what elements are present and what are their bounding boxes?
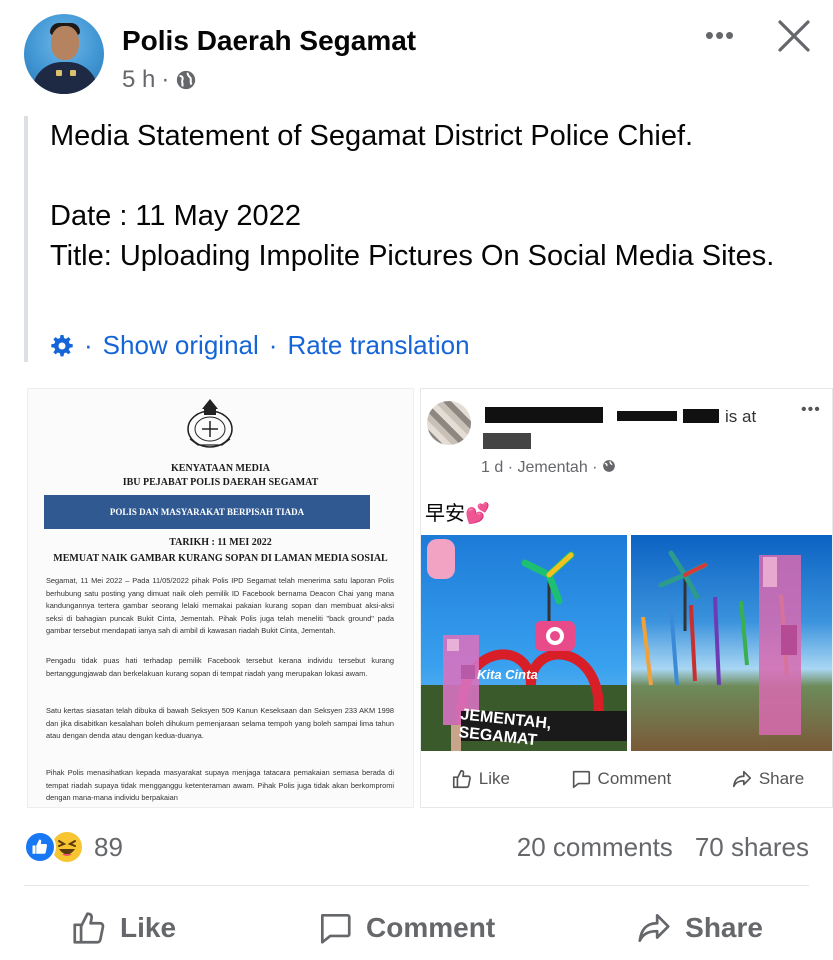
shared-like: Like (451, 768, 510, 790)
shared-photo-sign: JEMENTAH, SEGAMAT Kita Cinta (421, 535, 627, 751)
reaction-count: 89 (94, 831, 123, 862)
doc-date: TARIKH : 11 MEI 2022 (169, 537, 272, 548)
divider (24, 885, 809, 886)
police-crest-logo (187, 399, 233, 448)
shared-share: Share (731, 768, 804, 790)
post-time[interactable]: 5 h (122, 66, 155, 94)
redaction-bar (617, 411, 677, 421)
redaction-bar (683, 409, 719, 423)
comment-button[interactable]: Comment (302, 903, 509, 953)
doc-subheader: IBU PEJABAT POLIS DAERAH SEGAMAT (122, 477, 319, 488)
redaction-bar (485, 407, 603, 423)
shared-post-actions: Like Comment Share (421, 759, 832, 799)
globe-icon (177, 70, 196, 90)
doc-banner: POLIS DAN MASYARAKAT BERPISAH TIADA (44, 495, 370, 529)
post-line: Title: Uploading Impolite Pictures On So… (50, 240, 775, 272)
globe-icon (603, 460, 615, 472)
thumbs-up-icon (73, 912, 105, 944)
show-original-link[interactable]: Show original (103, 330, 259, 361)
blurred-avatar (427, 401, 471, 445)
share-label: Share (685, 912, 763, 943)
comment-icon (321, 913, 351, 944)
engagement-counts: 20 comments 70 shares (517, 832, 809, 863)
avatar-badge (56, 70, 62, 76)
rate-translation-link[interactable]: Rate translation (287, 330, 469, 361)
shared-comment: Comment (570, 768, 671, 790)
meta-separator: · (161, 66, 170, 93)
close-icon[interactable] (774, 16, 814, 56)
photo-scene (641, 550, 801, 735)
doc-title: MEMUAT NAIK GAMBAR KURANG SOPAN DI LAMAN… (53, 553, 388, 564)
more-options-button[interactable]: ••• (700, 20, 740, 50)
shared-more-icon: ••• (801, 401, 821, 418)
shares-count[interactable]: 70 shares (695, 832, 809, 863)
shared-post-meta: 1 d · Jementah · (481, 459, 616, 477)
share-icon (638, 913, 670, 943)
shared-post-text: 早安💕 (425, 503, 490, 525)
shared-is-at: is at (725, 407, 757, 426)
media-statement-image[interactable]: KENYATAAN MEDIA IBU PEJABAT POLIS DAERAH… (27, 388, 414, 808)
avatar-uniform (32, 62, 98, 94)
like-reaction-icon (24, 831, 56, 863)
comment-label: Comment (366, 912, 496, 943)
share-icon (732, 770, 751, 788)
post-line: Date : 11 May 2022 (50, 200, 301, 232)
post-meta: 5 h · (122, 66, 197, 94)
share-button[interactable]: Share (621, 903, 777, 953)
doc-paragraph: Segamat, 11 Mei 2022 – Pada 11/05/2022 p… (46, 576, 394, 636)
like-button[interactable]: Like (56, 903, 190, 953)
post-text: Media Statement of Segamat District Poli… (50, 116, 810, 276)
comments-count[interactable]: 20 comments (517, 832, 673, 863)
doc-paragraph: Pengadu tidak puas hati terhadap pemilik… (46, 656, 394, 678)
sign-script: Kita Cinta (477, 667, 538, 682)
reaction-summary[interactable]: 89 (24, 830, 123, 864)
comment-icon (572, 770, 590, 789)
doc-paragraph: Satu kertas siasatan telah dibuka di baw… (46, 706, 394, 741)
page-name[interactable]: Polis Daerah Segamat (122, 25, 416, 57)
like-label: Like (120, 912, 177, 943)
thumbs-up-icon (452, 769, 471, 789)
redaction-bar (483, 433, 531, 449)
gear-icon[interactable] (50, 334, 74, 358)
doc-paragraph: Pihak Polis menasihatkan kepada masyarak… (46, 768, 394, 803)
translation-bar: · Show original · Rate translation (50, 330, 470, 361)
shared-photo-hill (631, 535, 832, 751)
page-avatar[interactable] (24, 14, 104, 94)
shared-post-screenshot[interactable]: is at ••• 1 d · Jementah · 早安💕 JEMENTAH,… (420, 388, 833, 808)
post-action-bar: Like Comment Share (0, 898, 833, 958)
post-line: Media Statement of Segamat District Poli… (50, 120, 694, 152)
doc-header: KENYATAAN MEDIA (171, 463, 270, 474)
translation-quote-bar (24, 116, 28, 362)
avatar-face (51, 26, 79, 60)
avatar-badge (70, 70, 76, 76)
